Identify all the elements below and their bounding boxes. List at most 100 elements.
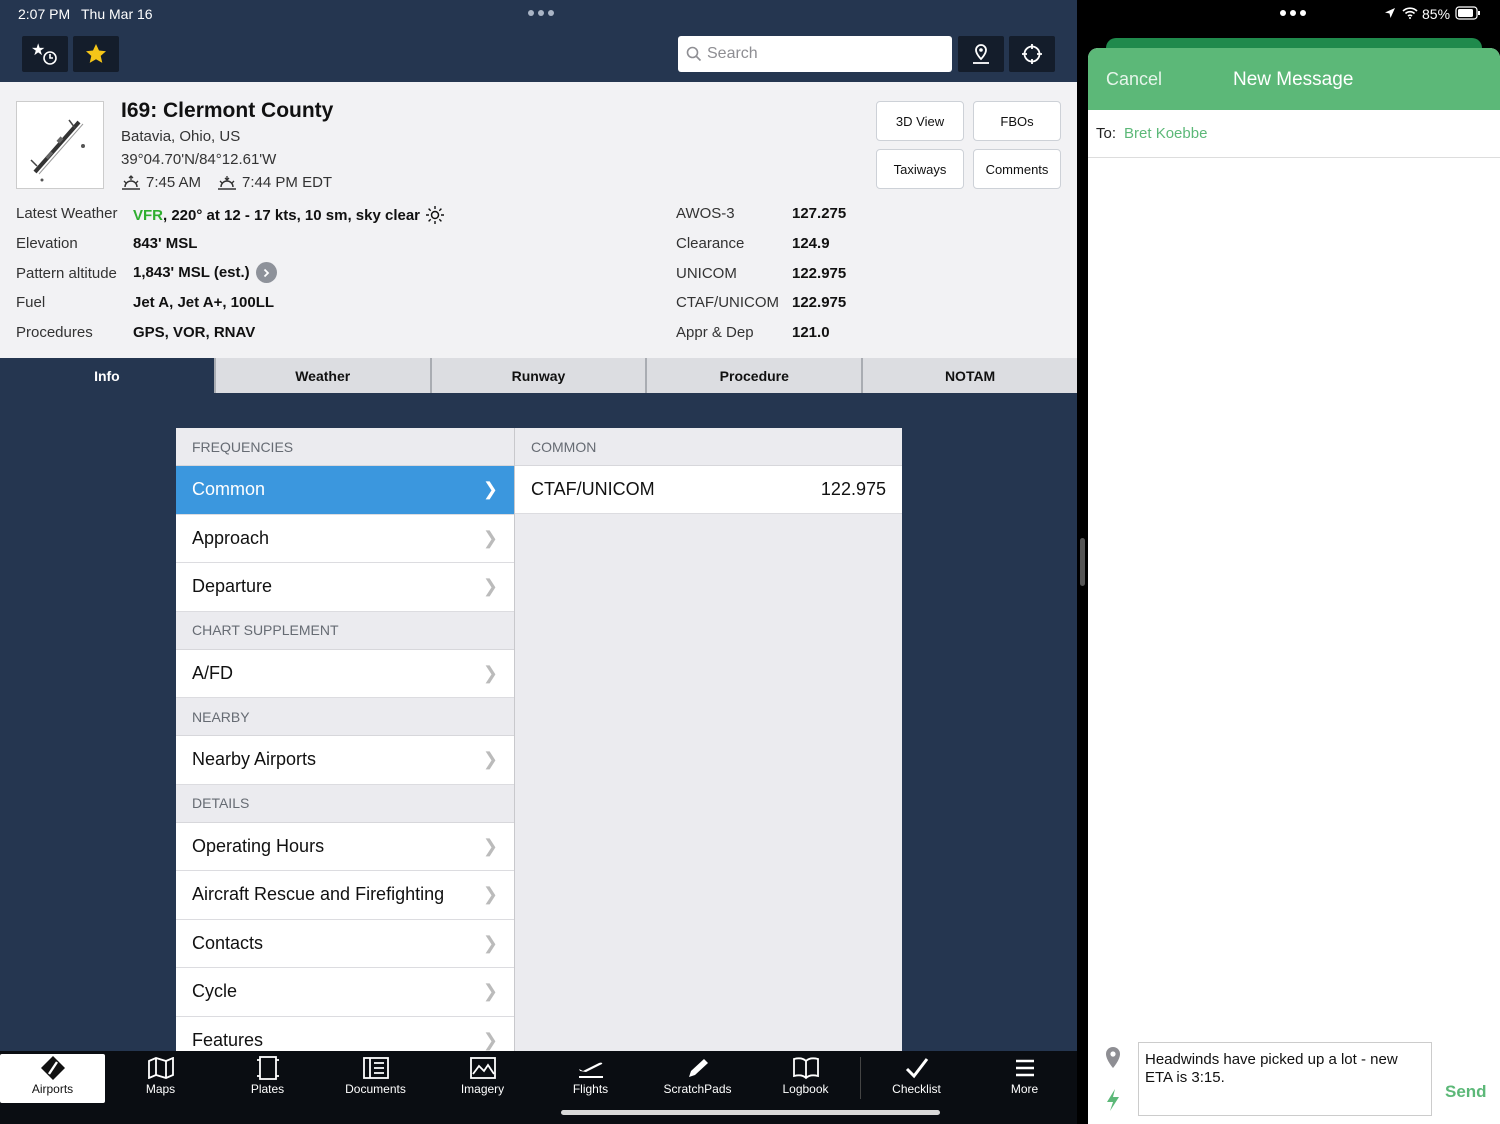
freq-value: 122.975 xyxy=(792,265,847,282)
list-item-afd[interactable]: A/FD ❯ xyxy=(176,649,514,698)
cancel-button[interactable]: Cancel xyxy=(1106,69,1162,90)
list-item-label: Features xyxy=(192,1029,264,1050)
freq-value: 127.275 xyxy=(792,205,847,222)
location-pin-icon[interactable] xyxy=(1103,1046,1123,1070)
tabbar-imagery[interactable]: Imagery xyxy=(430,1054,535,1103)
list-item-approach[interactable]: Approach ❯ xyxy=(176,514,514,563)
tabbar-checklist[interactable]: Checklist xyxy=(864,1054,969,1103)
lightning-icon[interactable] xyxy=(1105,1088,1121,1112)
star-icon xyxy=(86,44,106,63)
recipient-field[interactable]: To: Bret Koebbe xyxy=(1088,110,1500,158)
to-label: To: xyxy=(1096,125,1117,142)
fuel-value: Jet A, Jet A+, 100LL xyxy=(133,294,275,311)
list-item-features[interactable]: Features ❯ xyxy=(176,1016,514,1051)
airport-diagram-thumbnail[interactable] xyxy=(16,101,104,189)
list-item-label: Operating Hours xyxy=(192,835,325,856)
fbos-button[interactable]: FBOs xyxy=(973,101,1061,141)
airport-location: Batavia, Ohio, US xyxy=(121,128,241,145)
tab-weather[interactable]: Weather xyxy=(213,358,430,393)
multitask-dots-icon[interactable] xyxy=(1280,10,1306,16)
taxiways-button[interactable]: Taxiways xyxy=(876,149,964,189)
tabbar-plates[interactable]: Plates xyxy=(215,1054,320,1103)
home-indicator[interactable] xyxy=(561,1110,940,1115)
list-item-contacts[interactable]: Contacts ❯ xyxy=(176,919,514,968)
list-item-label: Contacts xyxy=(192,932,264,953)
tabbar-flights[interactable]: Flights xyxy=(538,1054,643,1103)
split-view-divider[interactable] xyxy=(1077,0,1088,1124)
tabbar-more[interactable]: More xyxy=(972,1054,1077,1103)
freq-label: Clearance xyxy=(676,235,745,252)
sunset-time: 7:44 PM EDT xyxy=(242,174,333,191)
tab-procedure[interactable]: Procedure xyxy=(645,358,862,393)
tabbar-documents[interactable]: Documents xyxy=(323,1054,428,1103)
frequency-name: CTAF/UNICOM xyxy=(531,479,655,499)
sheet-header: Cancel New Message xyxy=(1088,48,1500,110)
map-pin-button[interactable] xyxy=(958,36,1004,72)
tab-info[interactable]: Info xyxy=(0,358,214,393)
frequency-value: 122.975 xyxy=(820,479,886,499)
tabbar-label: Airports xyxy=(31,1082,74,1096)
frequency-row[interactable]: CTAF/UNICOM 122.975 xyxy=(515,466,902,514)
tabbar-maps[interactable]: Maps xyxy=(108,1054,213,1103)
recent-favorites-button[interactable]: ★ xyxy=(22,36,68,72)
documents-icon xyxy=(362,1057,389,1079)
split-view-handle[interactable] xyxy=(1080,538,1085,586)
tabbar-label: Plates xyxy=(250,1082,285,1096)
elevation-value: 843' MSL xyxy=(133,235,198,252)
airport-coordinates: 39°04.70'N/84°12.61'W xyxy=(121,151,277,168)
chevron-right-icon: ❯ xyxy=(482,835,498,856)
chevron-right-icon: ❯ xyxy=(482,884,498,905)
section-header: NEARBY xyxy=(176,698,514,736)
search-icon xyxy=(686,46,702,62)
send-button[interactable]: Send xyxy=(1445,1082,1487,1102)
frequency-detail-panel: COMMON CTAF/UNICOM 122.975 xyxy=(514,428,902,1051)
sunrise-icon xyxy=(122,174,140,190)
list-item-arff[interactable]: Aircraft Rescue and Firefighting ❯ xyxy=(176,871,514,920)
status-bar-right: 85% xyxy=(1088,0,1500,30)
tabbar-label: ScratchPads xyxy=(663,1082,732,1096)
tabbar-label: Documents xyxy=(345,1082,406,1096)
recipient-name[interactable]: Bret Koebbe xyxy=(1124,125,1207,142)
tabbar-airports[interactable]: Airports xyxy=(0,1054,105,1103)
list-item-common[interactable]: Common ❯ xyxy=(176,466,514,515)
weather-text: , 220° at 12 - 17 kts, 10 sm, sky clear xyxy=(163,206,421,224)
pattern-value[interactable]: 1,843' MSL (est.) xyxy=(133,262,277,283)
multitask-dots-icon[interactable] xyxy=(528,10,554,16)
message-input[interactable]: Headwinds have picked up a lot - new ETA… xyxy=(1138,1042,1432,1116)
pencil-icon xyxy=(688,1059,708,1077)
procedures-value: GPS, VOR, RNAV xyxy=(133,324,256,341)
freq-label: AWOS-3 xyxy=(676,205,735,222)
3d-view-button[interactable]: 3D View xyxy=(876,101,964,141)
tabbar-scratchpads[interactable]: ScratchPads xyxy=(645,1054,750,1103)
tab-runway[interactable]: Runway xyxy=(429,358,646,393)
sun-times: 7:45 AM 7:44 PM EDT xyxy=(121,174,332,191)
tab-notam[interactable]: NOTAM xyxy=(861,358,1077,393)
sunset-icon xyxy=(218,175,237,190)
status-bar: 2:07 PM Thu Mar 16 xyxy=(0,0,1077,26)
favorites-button[interactable] xyxy=(73,36,119,72)
list-item-departure[interactable]: Departure ❯ xyxy=(176,563,514,612)
locate-button[interactable] xyxy=(1009,36,1055,72)
list-item-operating-hours[interactable]: Operating Hours ❯ xyxy=(176,822,514,871)
chevron-right-icon: ❯ xyxy=(482,576,498,597)
status-time: 2:07 PM xyxy=(18,6,71,22)
list-item-label: Departure xyxy=(192,576,273,597)
list-item-nearby-airports[interactable]: Nearby Airports ❯ xyxy=(176,736,514,785)
list-item-cycle[interactable]: Cycle ❯ xyxy=(176,968,514,1017)
new-message-sheet: Cancel New Message To: Bret Koebbe Headw… xyxy=(1088,48,1500,1124)
plates-icon xyxy=(256,1056,279,1080)
tabbar-label: More xyxy=(1010,1082,1039,1096)
search-input[interactable]: Search xyxy=(678,36,952,72)
sunrise-time: 7:45 AM xyxy=(146,174,202,191)
status-date: Thu Mar 16 xyxy=(81,6,153,22)
tabbar-logbook[interactable]: Logbook xyxy=(753,1054,858,1103)
sun-icon xyxy=(426,206,445,224)
airport-header: I69: Clermont County Batavia, Ohio, US 3… xyxy=(0,82,1077,358)
weather-value[interactable]: VFR , 220° at 12 - 17 kts, 10 sm, sky cl… xyxy=(133,205,445,225)
weather-label: Latest Weather xyxy=(16,205,118,222)
comments-button[interactable]: Comments xyxy=(973,149,1061,189)
elevation-label: Elevation xyxy=(16,235,78,252)
chevron-right-icon: ❯ xyxy=(482,1029,498,1050)
chevron-right-circle-icon[interactable] xyxy=(255,262,277,283)
list-item-label: Nearby Airports xyxy=(192,749,317,770)
